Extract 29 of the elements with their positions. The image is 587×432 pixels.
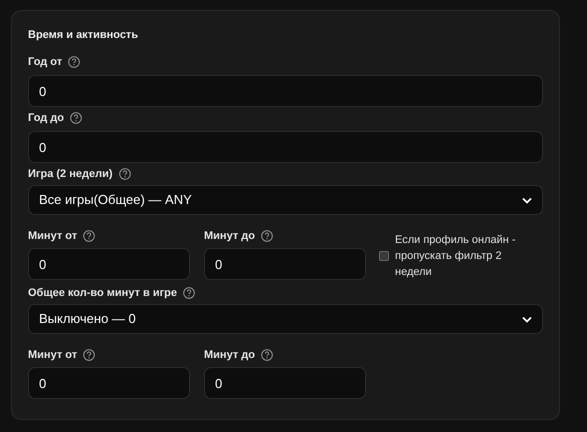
field-label: Минут от — [28, 230, 78, 242]
number-field[interactable]: 0 — [28, 75, 543, 107]
help-icon[interactable] — [68, 56, 80, 68]
chevron-down-icon — [522, 316, 532, 322]
help-icon[interactable] — [70, 112, 82, 124]
checkbox-label: Если профиль онлайн - пропускать фильтр 2 недели — [395, 232, 517, 280]
field-label: Минут от — [28, 350, 78, 360]
field-label: Игра (2 недели) — [28, 168, 112, 180]
panel-title: Время и активность — [28, 29, 140, 42]
field-label: Год до — [28, 112, 64, 124]
field-label: Минут до — [204, 350, 255, 360]
number-field[interactable]: 0 — [28, 367, 190, 399]
help-icon[interactable] — [260, 230, 273, 242]
number-field[interactable]: 0 — [204, 367, 366, 399]
field-label: Год от — [28, 56, 62, 68]
help-icon[interactable] — [83, 230, 96, 242]
help-icon[interactable] — [118, 168, 130, 180]
help-icon[interactable] — [83, 349, 96, 361]
checkbox[interactable] — [379, 250, 389, 260]
dropdown[interactable]: Выключено — 0 — [28, 304, 543, 334]
chevron-down-icon — [522, 196, 532, 204]
help-icon[interactable] — [183, 287, 196, 299]
field-label: Минут до — [204, 230, 255, 242]
number-field[interactable]: 0 — [204, 248, 366, 280]
number-field[interactable]: 0 — [28, 248, 190, 280]
dropdown[interactable]: Все игры(Общее) — ANY — [28, 185, 543, 215]
number-field[interactable]: 0 — [28, 131, 543, 163]
help-icon[interactable] — [260, 349, 273, 361]
field-label: Общее кол-во минут в игре — [28, 288, 178, 298]
